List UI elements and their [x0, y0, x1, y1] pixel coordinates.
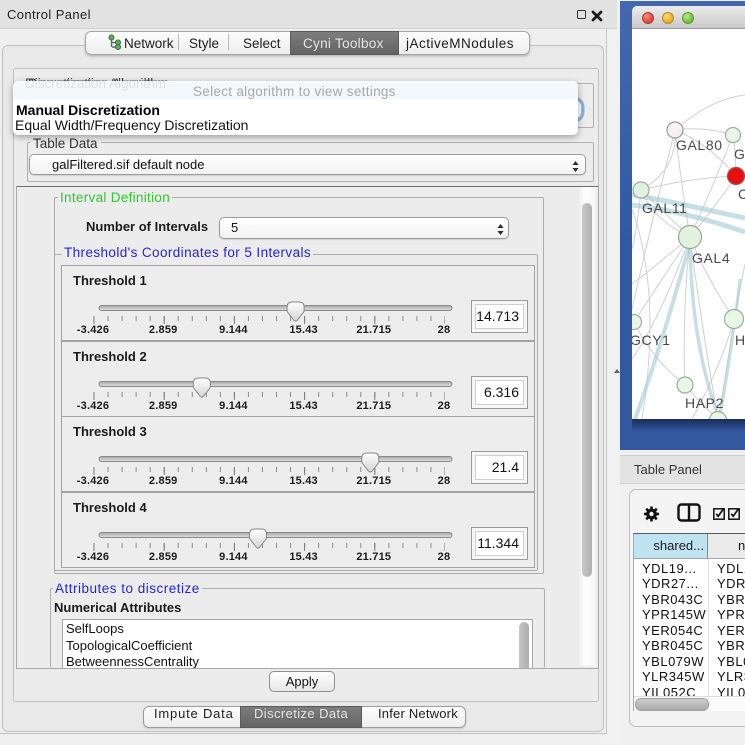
svg-text:GCY1: GCY1	[632, 332, 671, 348]
svg-text:G.: G.	[734, 146, 745, 162]
svg-text:H: H	[735, 332, 745, 348]
svg-text:GAL80: GAL80	[676, 137, 723, 153]
svg-text:GAL4: GAL4	[692, 250, 730, 266]
svg-text:GAL11: GAL11	[642, 200, 688, 216]
svg-text:C: C	[738, 186, 745, 202]
svg-text:HAP2: HAP2	[685, 395, 724, 411]
